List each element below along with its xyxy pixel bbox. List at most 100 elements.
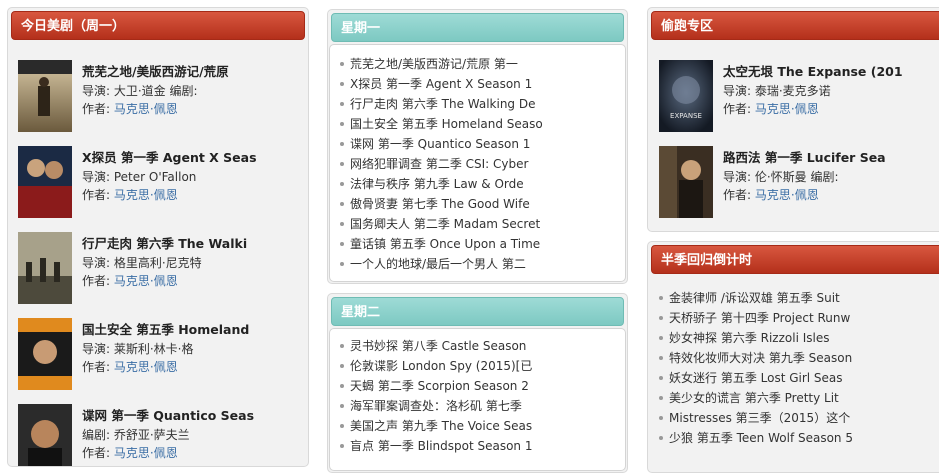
show-director: 导演: 莱斯利·林卡·格 [82,342,194,356]
list-item[interactable]: 荒芜之地/美版西游记/荒原 第一 [340,54,543,74]
bullet-icon [340,201,344,206]
show-item[interactable]: 路西法 第一季 Lucifer Sea 导演: 伦·怀斯曼 编剧: 作者: 马克… [659,146,939,218]
list-item[interactable]: 谍网 第一季 Quantico Season 1 [340,134,543,154]
show-item[interactable]: EXPANSE 太空无垠 The Expanse (201 导演: 泰瑞·麦克多… [659,60,939,132]
list-item[interactable]: 妙女神探 第六季 Rizzoli Isles [659,328,853,348]
list-item[interactable]: 盲点 第一季 Blindspot Season 1 [340,436,533,456]
bullet-icon [340,101,344,106]
show-director: 导演: 格里高利·尼克特 [82,256,202,270]
show-item[interactable]: X探员 第一季 Agent X Seas 导演: Peter O'Fallon … [18,146,308,218]
countdown-panel: 半季回归倒计时 金装律师 /诉讼双雄 第五季 Suit 天桥骄子 第十四季 Pr… [647,241,939,473]
list-item[interactable]: 法律与秩序 第九季 Law & Orde [340,174,543,194]
show-author-row: 作者: 马克思·佩恩 [82,100,308,118]
bullet-icon [340,383,344,388]
monday-panel: 星期一 荒芜之地/美版西游记/荒原 第一 X探员 第一季 Agent X Sea… [327,9,628,284]
bullet-icon [340,121,344,126]
show-title[interactable]: 国土安全 第五季 Homeland [82,320,308,340]
walkingdead-poster[interactable] [18,232,72,304]
author-label: 作者: [82,102,111,116]
show-info: 谍网 第一季 Quantico Seas 编剧: 乔舒亚·萨夫兰 作者: 马克思… [82,406,308,462]
show-info: 行尸走肉 第六季 The Walki 导演: 格里高利·尼克特 作者: 马克思·… [82,234,308,290]
author-label: 作者: [82,274,111,288]
list-item[interactable]: 少狼 第五季 Teen Wolf Season 5 [659,428,853,448]
show-author-row: 作者: 马克思·佩恩 [82,272,308,290]
list-item[interactable]: 童话镇 第五季 Once Upon a Time [340,234,543,254]
list-item[interactable]: X探员 第一季 Agent X Season 1 [340,74,543,94]
bullet-icon [659,435,663,440]
author-link[interactable]: 马克思·佩恩 [114,360,178,374]
bullet-icon [659,315,663,320]
show-title[interactable]: 荒芜之地/美版西游记/荒原 [82,62,308,82]
show-director: 导演: 大卫·道金 编剧: [82,84,198,98]
author-link[interactable]: 马克思·佩恩 [114,446,178,460]
list-item[interactable]: 网络犯罪调查 第二季 CSI: Cyber [340,154,543,174]
bullet-icon [340,61,344,66]
show-item[interactable]: 国土安全 第五季 Homeland 导演: 莱斯利·林卡·格 作者: 马克思·佩… [18,318,308,390]
bullet-icon [340,443,344,448]
list-item[interactable]: 国务卿夫人 第二季 Madam Secret [340,214,543,234]
bullet-icon [340,241,344,246]
list-item[interactable]: 海军罪案调查处：洛杉矶 第七季 [340,396,533,416]
show-author-row: 作者: 马克思·佩恩 [723,100,939,118]
today-shows-header: 今日美剧（周一） [11,11,305,40]
bullet-icon [340,161,344,166]
list-item[interactable]: 妖女迷行 第五季 Lost Girl Seas [659,368,853,388]
author-link[interactable]: 马克思·佩恩 [114,274,178,288]
author-label: 作者: [82,360,111,374]
show-item[interactable]: 谍网 第一季 Quantico Seas 编剧: 乔舒亚·萨夫兰 作者: 马克思… [18,404,308,466]
list-item[interactable]: 天蝎 第二季 Scorpion Season 2 [340,376,533,396]
list-item[interactable]: 一个人的地球/最后一个男人 第二 [340,254,543,274]
homeland-poster[interactable] [18,318,72,390]
expanse-poster[interactable]: EXPANSE [659,60,713,132]
show-author-row: 作者: 马克思·佩恩 [82,444,308,462]
author-label: 作者: [82,188,111,202]
bullet-icon [659,355,663,360]
bullet-icon [340,181,344,186]
author-link[interactable]: 马克思·佩恩 [755,188,819,202]
list-item[interactable]: 美少女的谎言 第六季 Pretty Lit [659,388,853,408]
early-release-panel: 偷跑专区 EXPANSE 太空无垠 The Expanse (201 导演: 泰… [647,7,939,232]
early-release-header: 偷跑专区 [651,11,939,40]
author-link[interactable]: 马克思·佩恩 [114,102,178,116]
show-item[interactable]: 行尸走肉 第六季 The Walki 导演: 格里高利·尼克特 作者: 马克思·… [18,232,308,304]
countdown-list: 金装律师 /诉讼双雄 第五季 Suit 天桥骄子 第十四季 Project Ru… [659,288,853,448]
list-item[interactable]: 灵书妙探 第八季 Castle Season [340,336,533,356]
lucifer-poster[interactable] [659,146,713,218]
show-title[interactable]: 太空无垠 The Expanse (201 [723,62,939,82]
show-director: 导演: 伦·怀斯曼 编剧: [723,170,839,184]
bullet-icon [340,141,344,146]
list-item[interactable]: 美国之声 第九季 The Voice Seas [340,416,533,436]
tuesday-list: 灵书妙探 第八季 Castle Season 伦敦谍影 London Spy (… [340,336,533,456]
badlands-poster[interactable] [18,60,72,132]
svg-text:EXPANSE: EXPANSE [670,112,702,120]
show-title[interactable]: 谍网 第一季 Quantico Seas [82,406,308,426]
author-link[interactable]: 马克思·佩恩 [755,102,819,116]
show-writer: 编剧: 乔舒亚·萨夫兰 [82,428,190,442]
list-item[interactable]: 国土安全 第五季 Homeland Seaso [340,114,543,134]
bullet-icon [340,221,344,226]
author-label: 作者: [723,188,752,202]
bullet-icon [340,343,344,348]
list-item[interactable]: 伦敦谍影 London Spy (2015)[已 [340,356,533,376]
list-item[interactable]: 天桥骄子 第十四季 Project Runw [659,308,853,328]
show-title[interactable]: 行尸走肉 第六季 The Walki [82,234,308,254]
quantico-poster[interactable] [18,404,72,466]
list-item[interactable]: 行尸走肉 第六季 The Walking De [340,94,543,114]
list-item[interactable]: 金装律师 /诉讼双雄 第五季 Suit [659,288,853,308]
show-info: 路西法 第一季 Lucifer Sea 导演: 伦·怀斯曼 编剧: 作者: 马克… [723,148,939,204]
list-item[interactable]: 傲骨贤妻 第七季 The Good Wife [340,194,543,214]
show-title[interactable]: 路西法 第一季 Lucifer Sea [723,148,939,168]
bullet-icon [659,375,663,380]
monday-list: 荒芜之地/美版西游记/荒原 第一 X探员 第一季 Agent X Season … [340,54,543,274]
author-link[interactable]: 马克思·佩恩 [114,188,178,202]
agentx-poster[interactable] [18,146,72,218]
list-item[interactable]: Mistresses 第三季（2015）这个 [659,408,853,428]
bullet-icon [659,415,663,420]
bullet-icon [659,395,663,400]
bullet-icon [659,335,663,340]
show-item[interactable]: 荒芜之地/美版西游记/荒原 导演: 大卫·道金 编剧: 作者: 马克思·佩恩 [18,60,308,132]
list-item[interactable]: 特效化妆师大对决 第九季 Season [659,348,853,368]
author-label: 作者: [723,102,752,116]
countdown-header: 半季回归倒计时 [651,245,939,274]
show-title[interactable]: X探员 第一季 Agent X Seas [82,148,308,168]
